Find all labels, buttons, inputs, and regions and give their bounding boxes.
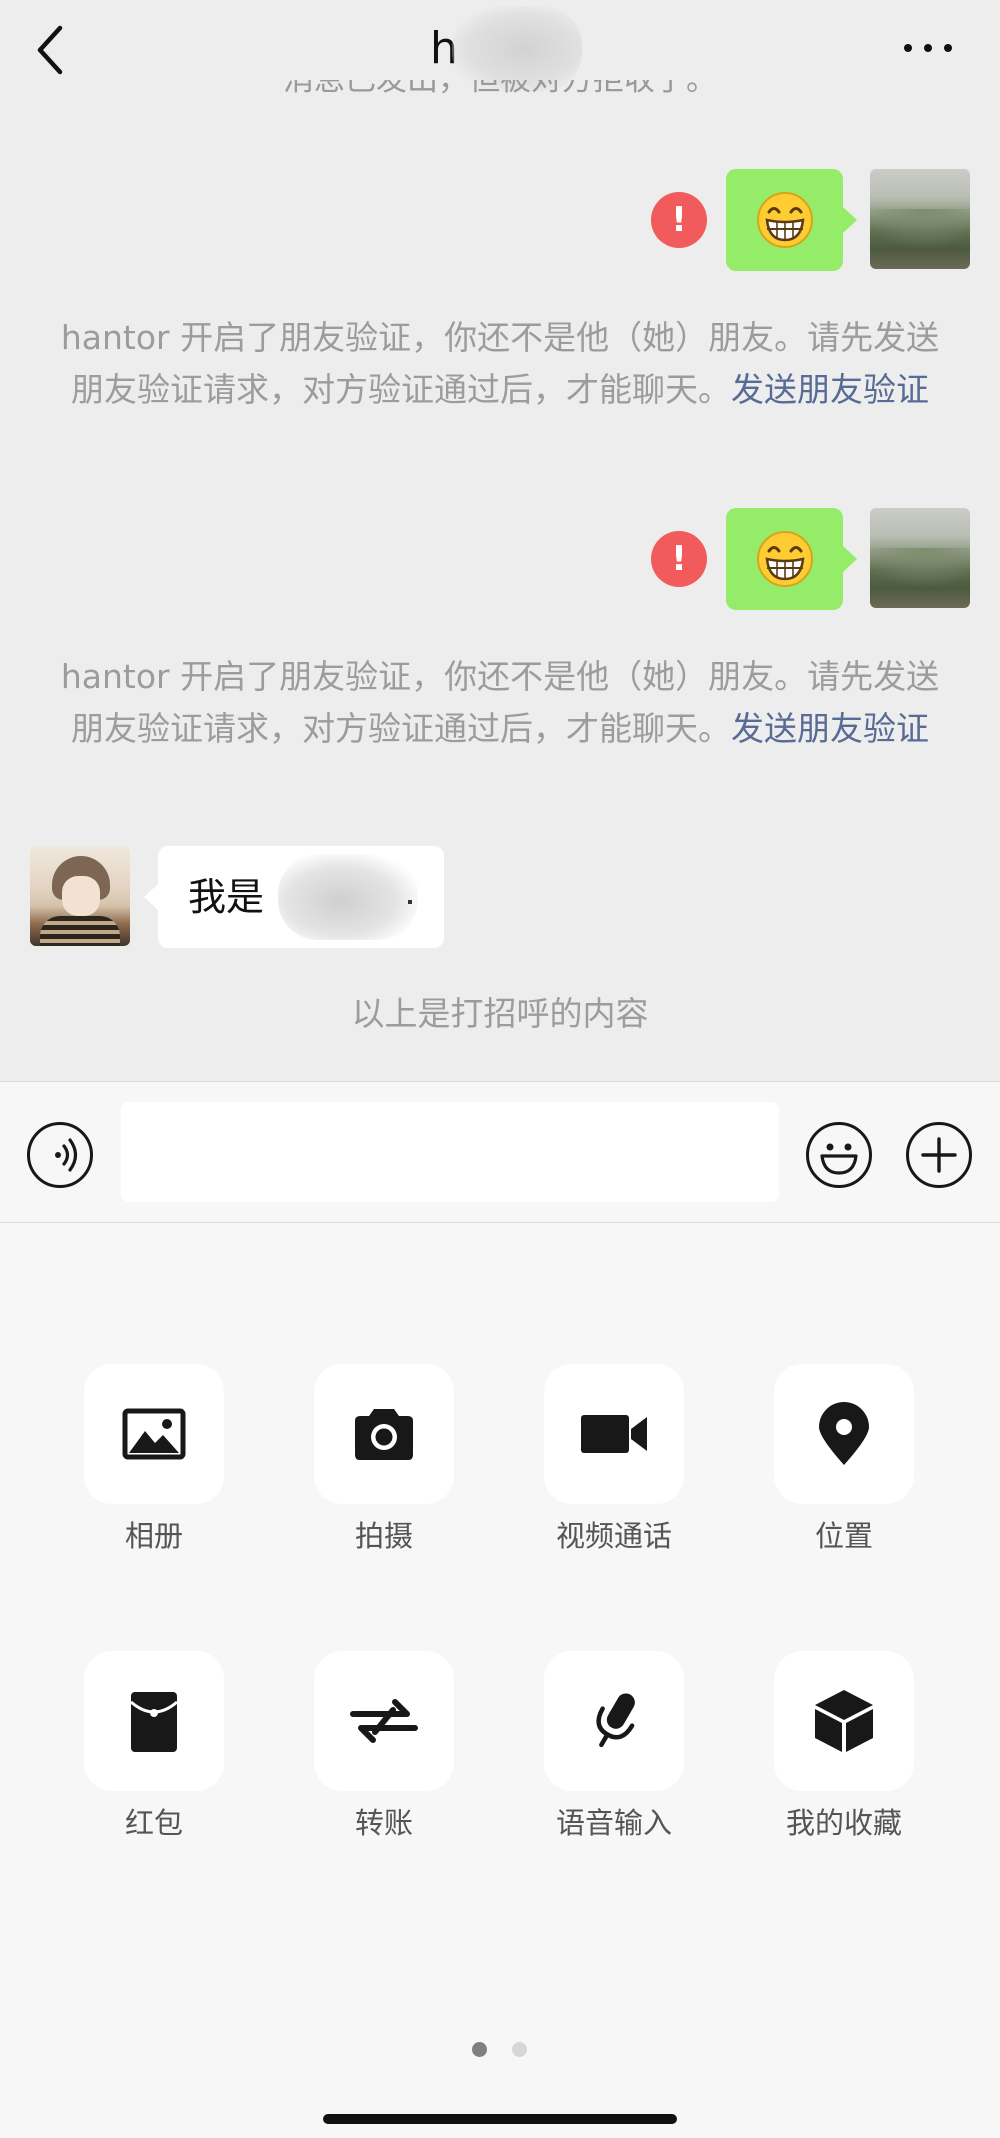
system-notice: hantor 开启了朋友验证，你还不是他（她）朋友。请先发送朋友验证请求，对方验… [60, 657, 940, 748]
incoming-message: 我是 [0, 846, 1000, 950]
page-dot[interactable] [512, 2042, 527, 2057]
avatar[interactable] [870, 508, 970, 608]
tool-video-call[interactable]: 视频通话 [544, 1364, 684, 1556]
delivery-notice: 消息已发出，但被对方拒收了。 [283, 80, 717, 98]
tool-location[interactable]: 位置 [774, 1364, 914, 1556]
message-bubble[interactable]: 我是 [144, 846, 444, 948]
photo-album-icon [122, 1408, 186, 1460]
grinning-face-icon [757, 192, 813, 248]
outgoing-message: ! [0, 169, 1000, 273]
greeting-note: 以上是打招呼的内容 [351, 994, 649, 1033]
plus-icon[interactable] [906, 1122, 972, 1188]
transfer-icon [350, 1699, 418, 1743]
ellipsis-icon[interactable] [898, 36, 962, 60]
message-input[interactable] [121, 1102, 779, 1202]
grinning-face-icon [757, 531, 813, 587]
tool-favorites[interactable]: 我的收藏 [774, 1651, 914, 1843]
tool-camera[interactable]: 拍摄 [314, 1364, 454, 1556]
red-packet-icon [130, 1692, 178, 1752]
message-bubble[interactable] [726, 169, 857, 271]
emoji-icon[interactable] [806, 1122, 872, 1188]
tool-transfer[interactable]: 转账 [314, 1651, 454, 1843]
camera-icon [355, 1409, 413, 1460]
send-failed-icon[interactable]: ! [651, 192, 707, 248]
send-verification-link[interactable]: 发送朋友验证 [731, 370, 929, 409]
video-call-icon [581, 1415, 647, 1453]
page-dot-active[interactable] [472, 2042, 487, 2057]
favorites-icon [815, 1690, 873, 1752]
name-blur-mask [278, 854, 418, 940]
avatar[interactable] [870, 169, 970, 269]
trailing-dot [408, 900, 412, 904]
tool-red-packet[interactable]: 红包 [84, 1651, 224, 1843]
outgoing-message: ! [0, 508, 1000, 612]
location-icon [819, 1402, 869, 1465]
page-indicator [472, 2042, 528, 2058]
system-notice: hantor 开启了朋友验证，你还不是他（她）朋友。请先发送朋友验证请求，对方验… [60, 318, 940, 409]
tool-album[interactable]: 相册 [84, 1364, 224, 1556]
microphone-icon [596, 1693, 635, 1748]
tool-voice-input[interactable]: 语音输入 [544, 1651, 684, 1843]
send-failed-icon[interactable]: ! [651, 531, 707, 587]
message-bubble[interactable] [726, 508, 857, 610]
send-verification-link[interactable]: 发送朋友验证 [731, 709, 929, 748]
input-bar [0, 1081, 1000, 1223]
contact-avatar[interactable] [30, 846, 130, 946]
voice-icon[interactable] [27, 1122, 93, 1188]
home-indicator[interactable] [323, 2114, 677, 2124]
